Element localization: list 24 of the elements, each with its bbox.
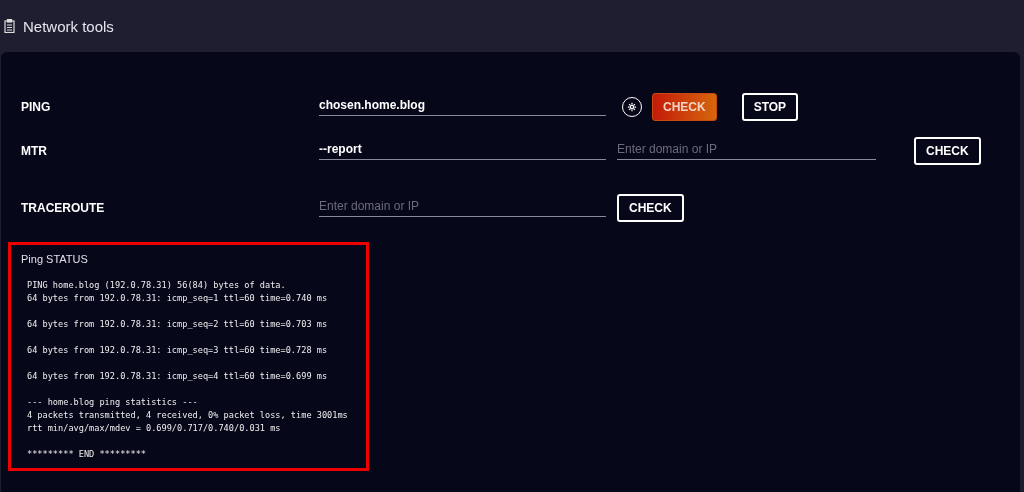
input-field[interactable]: chosen.home.blog (319, 98, 606, 116)
check-button[interactable]: CHECK (652, 93, 717, 121)
output-line: 64 bytes from 192.0.78.31: icmp_seq=4 ttl=60 time=0.699 ms (26, 370, 329, 383)
output-line: 64 bytes from 192.0.78.31: icmp_seq=2 ttl=60 time=0.703 ms (26, 318, 329, 331)
tool-label: TRACEROUTE (20, 200, 106, 215)
gear-icon (627, 102, 637, 112)
clipboard-icon (4, 19, 15, 33)
output-line: 64 bytes from 192.0.78.31: icmp_seq=1 ttl=60 time=0.740 ms (26, 292, 329, 305)
output-line: 64 bytes from 192.0.78.31: icmp_seq=3 ttl=60 time=0.728 ms (26, 344, 329, 357)
input-field[interactable]: --report (319, 141, 606, 160)
action-button[interactable]: CHECK (617, 193, 684, 222)
output-line: PING home.blog (192.0.78.31) 56(84) bytes of data. (26, 279, 287, 292)
action-button[interactable]: CHECK (914, 136, 981, 165)
tool-label: MTR (20, 143, 48, 158)
action-button[interactable]: STOP (741, 93, 799, 121)
output-line: 4 packets transmitted, 4 received, 0% packet loss, time 3001ms (26, 409, 349, 422)
output-line: --- home.blog ping statistics --- (26, 396, 199, 409)
page-title: Network tools (23, 17, 114, 35)
output-line: rtt min/avg/max/mdev = 0.699/0.717/0.740/0.031 ms (26, 422, 282, 435)
tool-label: PING (20, 100, 52, 114)
input-field[interactable]: Enter domain or IP (319, 198, 606, 217)
status-title: Ping STATUS (21, 253, 89, 265)
input-field[interactable]: Enter domain or IP (617, 141, 876, 160)
output-line: ********* END ********* (26, 448, 147, 461)
